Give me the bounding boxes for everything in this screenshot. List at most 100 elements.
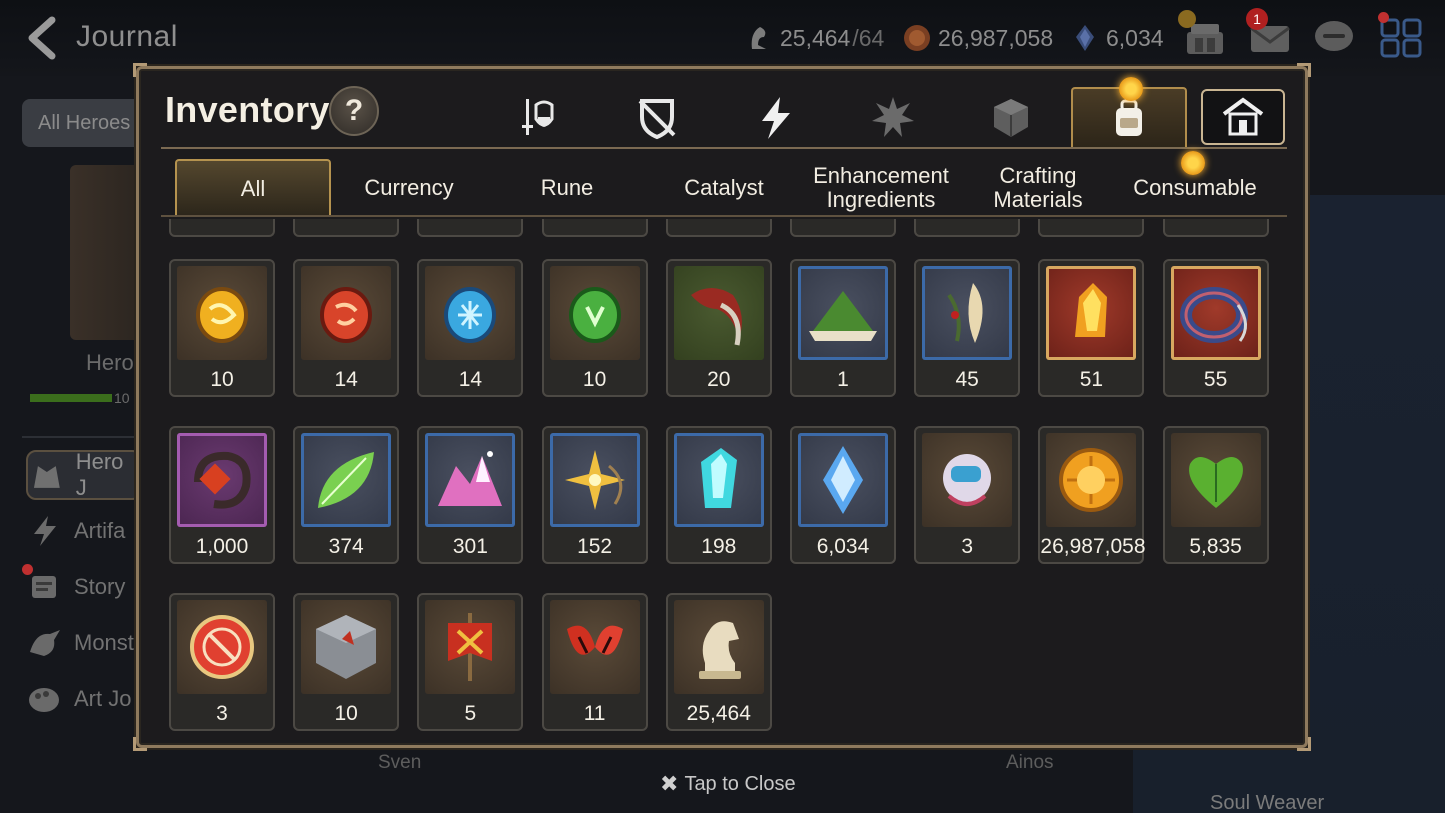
inventory-slot-partial[interactable] (169, 219, 275, 237)
tab-equipment[interactable] (481, 87, 597, 149)
inventory-slot[interactable]: 14 (417, 259, 524, 397)
gold-rune-icon (196, 287, 248, 343)
item-thumbnail (1046, 433, 1137, 527)
shield-broken-icon (638, 99, 676, 140)
stamina-value: 25,464 (780, 24, 851, 51)
skystone-icon (823, 446, 863, 514)
hero-icon (33, 466, 60, 488)
tab-artifact[interactable] (717, 87, 833, 149)
inventory-slot[interactable]: 3 (169, 593, 275, 731)
inventory-slot[interactable]: 301 (417, 426, 524, 564)
all-heroes-dropdown[interactable]: All Heroes (22, 99, 142, 147)
subtab-all[interactable]: All (175, 159, 331, 217)
item-quantity: 10 (334, 702, 358, 725)
sidebar-item-art-journal[interactable]: Art Jo (26, 674, 142, 724)
help-button[interactable]: ? (329, 86, 379, 136)
hero-progress-text: 10 (114, 390, 130, 406)
sidebar-item-label: Hero J (75, 449, 124, 500)
feather-branch-icon (947, 283, 983, 343)
hero-progress-bar (30, 394, 112, 402)
banner-icon (448, 613, 493, 681)
inventory-slot[interactable]: 3 (914, 426, 1021, 564)
inventory-slot[interactable]: 14 (293, 259, 400, 397)
inventory-slot[interactable]: 1,000 (169, 426, 275, 564)
item-thumbnail (549, 433, 640, 527)
item-thumbnail (177, 600, 267, 694)
sidebar-item-story[interactable]: Story (26, 562, 142, 612)
red-rune-icon (320, 287, 373, 343)
tap-to-close-label: Tap to Close (684, 772, 796, 795)
item-thumbnail (425, 433, 516, 527)
inventory-slot[interactable]: 5,835 (1162, 426, 1269, 564)
soul-weaver-label: Soul Weaver (1210, 792, 1325, 813)
chat-icon[interactable] (1312, 18, 1356, 58)
inventory-slot[interactable]: 5 (417, 593, 524, 731)
inventory-slot[interactable]: 25,464 (665, 593, 772, 731)
subtab-rune[interactable]: Rune (489, 159, 645, 217)
back-arrow-icon[interactable] (22, 16, 62, 60)
inventory-slot[interactable]: 6,034 (790, 426, 896, 564)
inventory-slot[interactable]: 45 (914, 259, 1021, 397)
skystone-counter[interactable]: 6,034 (1070, 20, 1164, 56)
item-thumbnail (177, 266, 267, 360)
sidebar-item-artifact[interactable]: Artifa (26, 506, 142, 556)
inventory-slot[interactable]: 10 (169, 259, 275, 397)
subtab-catalyst[interactable]: Catalyst (646, 159, 802, 217)
inventory-slot-partial[interactable] (665, 219, 772, 237)
hero-name-sven: Sven (378, 752, 422, 773)
inventory-slot[interactable]: 26,987,058 (1038, 426, 1146, 564)
sidebar-divider (22, 436, 140, 438)
inventory-slot[interactable]: 10 (541, 259, 648, 397)
inventory-slot-partial[interactable] (541, 219, 648, 237)
inventory-slot-partial[interactable] (293, 219, 400, 237)
inventory-slot[interactable]: 11 (541, 593, 648, 731)
inventory-slot-partial[interactable] (1038, 219, 1145, 237)
gold-coin-icon (1059, 448, 1124, 512)
inventory-grid[interactable]: 10 14 14 10 20 1 45 51 55 1,000 374 301 152 198 6,034 3… (159, 219, 1279, 737)
inventory-slot[interactable]: 55 (1162, 259, 1269, 397)
item-thumbnail (549, 266, 640, 360)
gold-counter[interactable]: 26,987,058 (902, 20, 1053, 56)
inventory-slot[interactable]: 1 (790, 259, 896, 397)
item-quantity: 10 (210, 368, 234, 391)
stone-cube-icon (316, 615, 377, 679)
cube-icon (994, 99, 1028, 137)
sidebar-item-label: Monst (74, 630, 134, 655)
chess-knight-icon (698, 621, 741, 679)
inventory-slot[interactable]: 374 (293, 426, 400, 564)
leaf-icon (318, 452, 375, 508)
frame-corner (133, 737, 147, 751)
frame-corner (1297, 63, 1311, 77)
red-leaves-icon (566, 625, 623, 655)
inventory-slot[interactable]: 51 (1038, 259, 1145, 397)
inventory-slot-partial[interactable] (914, 219, 1021, 237)
lightning-icon (762, 97, 790, 139)
inventory-modal: Inventory ? All Currency Rune Catalyst E… (133, 63, 1311, 751)
item-quantity: 3 (216, 702, 228, 725)
subtab-currency[interactable]: Currency (331, 159, 487, 217)
menu-grid-icon[interactable] (1380, 18, 1424, 58)
inventory-slot[interactable]: 20 (665, 259, 772, 397)
dragon-icon (30, 630, 60, 656)
frame-corner (1297, 737, 1311, 751)
inventory-slot[interactable]: 152 (541, 426, 648, 564)
inventory-slot-partial[interactable] (790, 219, 896, 237)
inventory-slot[interactable]: 10 (293, 593, 400, 731)
item-quantity: 374 (328, 535, 364, 558)
inventory-slot-partial[interactable] (417, 219, 524, 237)
subtab-crafting-materials[interactable]: Crafting Materials (960, 159, 1116, 217)
tab-broken-gear[interactable] (599, 87, 715, 149)
stamina-counter[interactable]: 25,464 /64 (744, 20, 884, 56)
sidebar-item-hero[interactable]: Hero J (26, 449, 142, 500)
tap-to-close[interactable]: ✖ Tap to Close (660, 771, 796, 797)
tab-material[interactable] (835, 87, 951, 149)
tab-cube[interactable] (953, 87, 1069, 149)
item-quantity: 10 (582, 368, 607, 391)
fire-crystal-icon (1075, 283, 1108, 337)
tab-storage[interactable] (1201, 89, 1285, 145)
subtab-enhancement-ingredients[interactable]: Enhancement Ingredients (803, 159, 959, 217)
inventory-slot[interactable]: 198 (665, 426, 772, 564)
sidebar-item-monster[interactable]: Monst (26, 618, 142, 668)
inventory-slot-partial[interactable] (1162, 219, 1269, 237)
item-thumbnail (425, 266, 516, 360)
